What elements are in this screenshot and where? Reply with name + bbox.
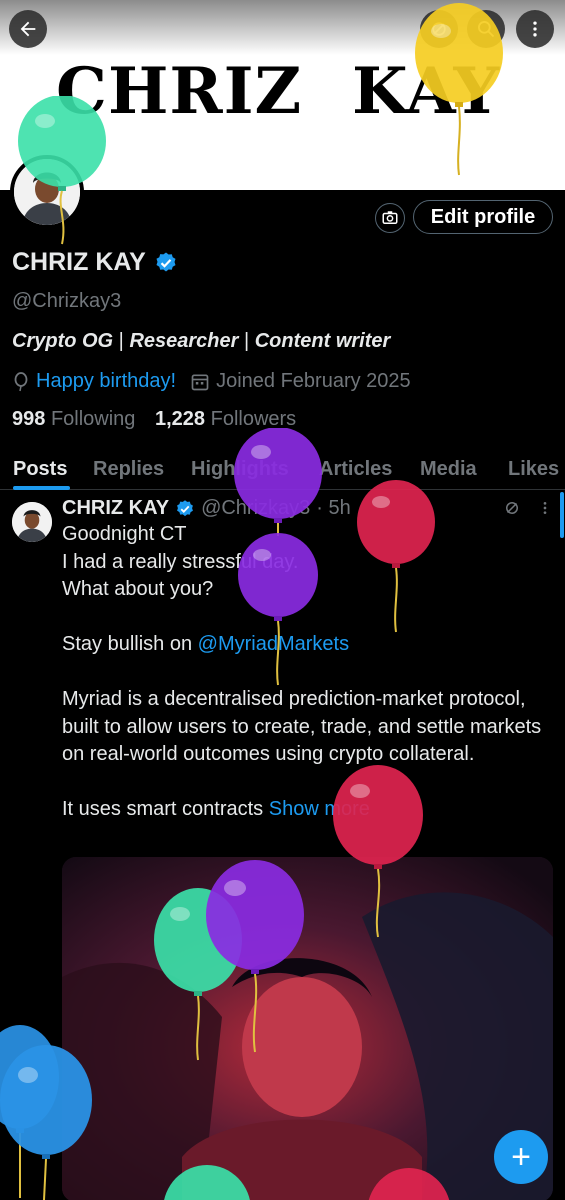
- calendar-icon: [191, 374, 209, 390]
- tab-articles[interactable]: Articles: [319, 458, 392, 481]
- joined-date: Joined February 2025: [216, 370, 411, 392]
- tab-posts[interactable]: Posts: [13, 458, 67, 481]
- verified-badge-icon: [177, 499, 193, 516]
- profile-bio: Crypto OG | Researcher | Content writer: [12, 330, 390, 353]
- bio-separator: |: [238, 330, 255, 352]
- compose-button[interactable]: +: [494, 1130, 548, 1184]
- bio-separator: |: [113, 330, 130, 352]
- profile-meta: Happy birthday! Joined February 2025: [12, 370, 411, 393]
- balloon-green-3: [164, 1165, 250, 1200]
- post-avatar[interactable]: [12, 502, 52, 542]
- verified-badge-icon[interactable]: [154, 251, 178, 275]
- media-settings-button[interactable]: [375, 203, 405, 233]
- tab-replies[interactable]: Replies: [93, 458, 164, 481]
- active-tab-indicator: [13, 486, 70, 490]
- post-more-icon[interactable]: [537, 499, 553, 517]
- balloon-icon: [14, 371, 28, 391]
- balloon-purple-3: [206, 860, 304, 1053]
- grok-icon[interactable]: [503, 499, 521, 517]
- balloon-blue-2: [0, 1045, 92, 1200]
- following-label: Following: [50, 408, 136, 430]
- balloon-green-1: [18, 96, 106, 245]
- balloon-red-3: [368, 1168, 450, 1200]
- following-count: 998: [12, 408, 46, 430]
- followers-label: Followers: [210, 408, 297, 430]
- balloon-yellow: [415, 3, 503, 176]
- profile-handle: @Chrizkay3: [12, 290, 122, 312]
- post-text-fragment: It uses smart contracts: [62, 798, 269, 820]
- bio-part-3: Content writer: [254, 330, 391, 352]
- balloon-purple-1: [234, 428, 322, 536]
- followers-link[interactable]: 1,228 Followers: [155, 408, 296, 430]
- post-paragraph: Myriad is a decentralised prediction-mar…: [62, 688, 542, 765]
- balloon-purple-2: [238, 533, 318, 686]
- balloon-red-1: [357, 480, 435, 633]
- profile-name-row: CHRIZ KAY: [12, 248, 178, 277]
- post-text-fragment: Stay bullish on: [62, 633, 198, 655]
- bio-part-2: Researcher: [129, 330, 239, 352]
- profile-name: CHRIZ KAY: [12, 248, 146, 276]
- birthday-link[interactable]: Happy birthday!: [36, 370, 176, 393]
- post-author[interactable]: CHRIZ KAY: [62, 497, 169, 520]
- following-link[interactable]: 998 Following: [12, 408, 135, 430]
- scrollbar[interactable]: [560, 492, 564, 538]
- tab-likes[interactable]: Likes: [508, 458, 559, 481]
- camera-icon: [382, 211, 398, 224]
- followers-count: 1,228: [154, 408, 206, 430]
- balloon-red-2: [333, 765, 423, 938]
- bio-part-1: Crypto OG: [12, 330, 114, 352]
- arrow-left-icon: [20, 21, 36, 37]
- post-image[interactable]: [62, 857, 553, 1200]
- more-button[interactable]: [516, 10, 554, 48]
- more-vertical-icon: [533, 21, 537, 37]
- edit-profile-button[interactable]: Edit profile: [413, 200, 553, 234]
- post-line: It uses smart contracts Show more: [62, 796, 552, 824]
- back-button[interactable]: [9, 10, 47, 48]
- tab-media[interactable]: Media: [420, 458, 477, 481]
